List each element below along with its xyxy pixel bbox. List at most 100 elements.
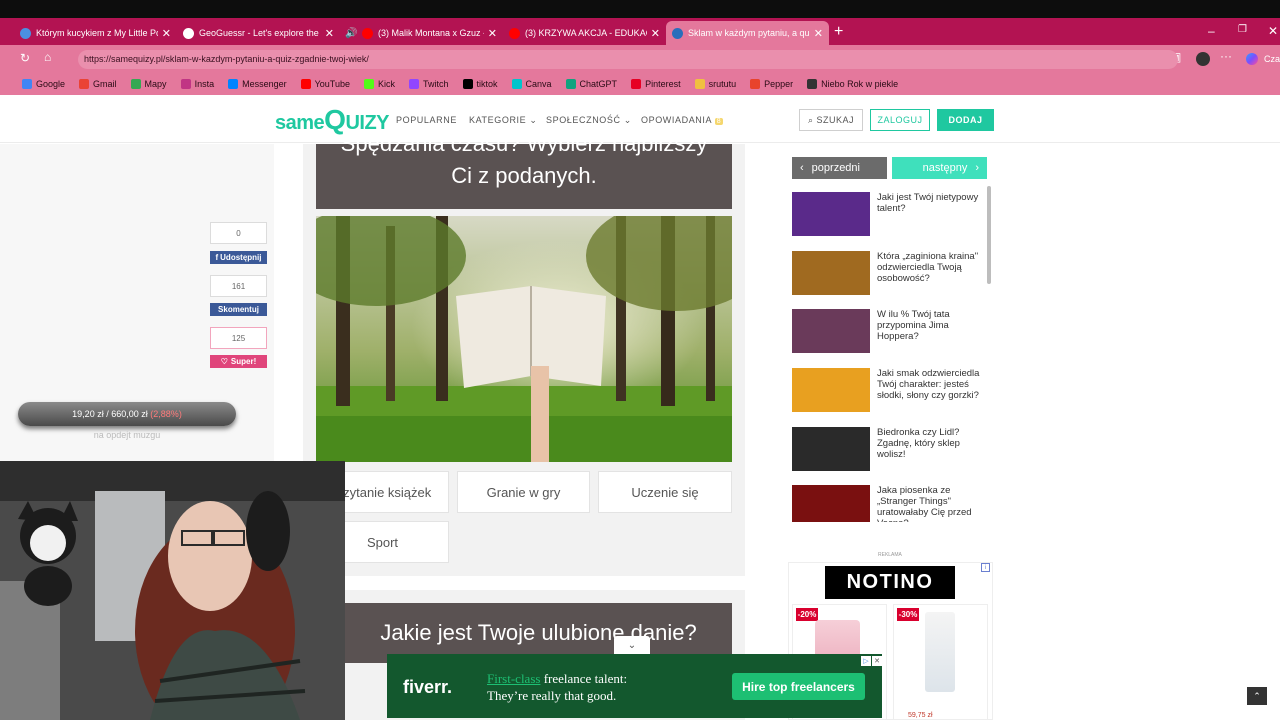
bookmark-twitch[interactable]: Twitch <box>409 79 449 89</box>
profile-avatar[interactable] <box>1196 52 1210 66</box>
home-icon[interactable]: ⌂ <box>44 50 51 64</box>
related-quiz[interactable]: Jaki smak odzwierciedla Twój charakter: … <box>792 368 982 414</box>
bookmark-favicon-icon <box>180 79 191 89</box>
chevron-right-icon: › <box>975 162 979 174</box>
bookmark-niebo-rok-w-piekle[interactable]: Niebo Rok w piekle <box>807 79 898 89</box>
add-button[interactable]: DODAJ <box>937 109 994 131</box>
related-thumb <box>792 485 870 522</box>
related-quiz[interactable]: Która „zaginiona kraina" odzwierciedla T… <box>792 251 982 297</box>
url-field[interactable]: https://samequizy.pl/sklam-w-kazdym-pyta… <box>78 50 1178 69</box>
heart-icon: ♡ <box>220 357 228 366</box>
tab-1[interactable]: Którym kucykiem z My Little Pony ✕ <box>14 21 177 45</box>
bookmark-favicon-icon <box>807 79 818 89</box>
super-button[interactable]: ♡ Super! <box>210 355 267 368</box>
sidebar-scrollbar[interactable] <box>987 186 991 284</box>
close-icon[interactable]: ✕ <box>325 27 334 40</box>
search-icon: ⌕ <box>807 114 814 125</box>
fiverr-logo: fiverr. <box>403 677 453 697</box>
bookmark-label: YouTube <box>314 79 350 89</box>
youtube-icon <box>362 27 373 39</box>
more-menu-icon[interactable]: ··· <box>1220 49 1232 63</box>
copilot-icon[interactable] <box>1246 53 1258 65</box>
related-thumb <box>792 427 870 471</box>
hire-freelancers-button[interactable]: Hire top freelancers <box>732 673 865 700</box>
related-thumb <box>792 192 870 236</box>
bookmark-favicon-icon <box>300 79 311 89</box>
comment-button[interactable]: Skomentuj <box>210 303 267 316</box>
ad-label: REKLAMA <box>878 552 902 558</box>
fiverr-tagline: First-class freelance talent: They’re re… <box>487 670 627 704</box>
prev-button[interactable]: ‹ poprzedni <box>792 157 887 179</box>
related-quiz[interactable]: Jaki jest Twój nietypowy talent? <box>792 192 982 238</box>
next-label: następny <box>922 162 968 174</box>
bookmark-mapy[interactable]: Mapy <box>130 79 167 89</box>
next-button[interactable]: następny › <box>892 157 987 179</box>
bookmark-chatgpt[interactable]: ChatGPT <box>565 79 618 89</box>
bookmark-favicon-icon <box>79 79 90 89</box>
nav-popularne[interactable]: POPULARNE <box>396 115 457 125</box>
reload-icon[interactable]: ↻ <box>20 51 30 65</box>
answer-option[interactable]: Uczenie się <box>598 471 732 513</box>
new-tab-icon[interactable]: + <box>834 23 843 41</box>
related-title: Która „zaginiona kraina" odzwierciedla T… <box>877 251 979 284</box>
adchoices-icon[interactable]: ▷ <box>861 656 871 666</box>
ad-close-icon[interactable]: ✕ <box>872 656 882 666</box>
nav-kategorie-label: KATEGORIE <box>469 115 527 125</box>
tab-favicon-icon <box>20 27 31 39</box>
related-quiz[interactable]: Jaka piosenka ze „Stranger Things" urato… <box>792 485 982 522</box>
close-icon[interactable]: ✕ <box>814 27 823 40</box>
minimize-icon[interactable]: – <box>1208 24 1215 38</box>
prev-label: poprzedni <box>811 162 860 174</box>
tab-title: (3) Malik Montana x Gzuz - G <box>378 28 484 38</box>
ad-info-icon[interactable]: i <box>981 563 990 572</box>
comments-count: 161 <box>210 275 267 297</box>
search-button[interactable]: ⌕ SZUKAJ <box>799 109 863 131</box>
close-icon[interactable]: ✕ <box>162 27 171 40</box>
scroll-to-top-button[interactable]: ⌃ <box>1247 687 1267 705</box>
nav-spolecznosc[interactable]: SPOŁECZNOŚĆ ⌄ <box>546 115 632 126</box>
related-quiz[interactable]: Biedronka czy Lidl? Zgadnę, który sklep … <box>792 427 982 473</box>
bookmark-label: srututu <box>708 79 737 89</box>
tab-5-active[interactable]: Sklam w każdym pytaniu, a quiz ✕ <box>666 21 829 45</box>
bookmark-kick[interactable]: Kick <box>363 79 395 89</box>
bookmark-gmail[interactable]: Gmail <box>79 79 117 89</box>
related-thumb <box>792 251 870 295</box>
nav-opowiadania[interactable]: OPOWIADANIA 8 <box>641 115 724 125</box>
fiverr-line1: freelance talent: <box>540 671 628 686</box>
bookmark-favicon-icon <box>511 79 522 89</box>
bookmark-favicon-icon <box>228 79 239 89</box>
fiverr-highlight: First-class <box>487 671 541 686</box>
answer-option[interactable]: Granie w gry <box>457 471 590 513</box>
bookmark-label: Google <box>36 79 66 89</box>
close-icon[interactable]: ✕ <box>651 27 660 40</box>
related-thumb <box>792 309 870 353</box>
bookmark-pepper[interactable]: Pepper <box>750 79 793 89</box>
maximize-icon[interactable]: ❐ <box>1238 24 1247 35</box>
bookmark-label: Kick <box>377 79 395 89</box>
bookmark-messenger[interactable]: Messenger <box>228 79 287 89</box>
donation-percent: (2,88%) <box>150 409 182 419</box>
related-thumb <box>792 368 870 412</box>
tab-3[interactable]: 🔊 (3) Malik Montana x Gzuz - G ✕ <box>340 21 503 45</box>
login-button[interactable]: ZALOGUJ <box>870 109 930 131</box>
window-close-icon[interactable]: ✕ <box>1268 24 1278 38</box>
donation-progress-bar: 19,20 zł / 660,00 zł (2,88%) <box>18 402 236 426</box>
bookmark-insta[interactable]: Insta <box>180 79 214 89</box>
related-quiz[interactable]: W ilu % Twój tata przypomina Jima Hopper… <box>792 309 982 355</box>
bookmark-pinterest[interactable]: Pinterest <box>631 79 681 89</box>
bookmark-favicon-icon <box>631 79 642 89</box>
bookmark-canva[interactable]: Canva <box>511 79 552 89</box>
close-icon[interactable]: ✕ <box>488 27 497 40</box>
bookmark-label: Niebo Rok w piekle <box>821 79 899 89</box>
bookmark-google[interactable]: Google <box>22 79 65 89</box>
tab-2[interactable]: GeoGuessr - Let's explore the wor ✕ <box>177 21 340 45</box>
nav-kategorie[interactable]: KATEGORIE ⌄ <box>469 115 538 126</box>
bookmark-label: Pinterest <box>645 79 681 89</box>
bookmark-label: ChatGPT <box>579 79 618 89</box>
bookmark-srututu[interactable]: srututu <box>694 79 737 89</box>
share-button[interactable]: f Udostępnij <box>210 251 267 264</box>
collapse-ad-button[interactable]: ⌄ <box>614 636 650 654</box>
bookmark-tiktok[interactable]: tiktok <box>462 79 498 89</box>
bookmark-youtube[interactable]: YouTube <box>300 79 350 89</box>
tab-4[interactable]: (3) KRZYWA AKCJA - EDUKACJA ✕ <box>503 21 666 45</box>
